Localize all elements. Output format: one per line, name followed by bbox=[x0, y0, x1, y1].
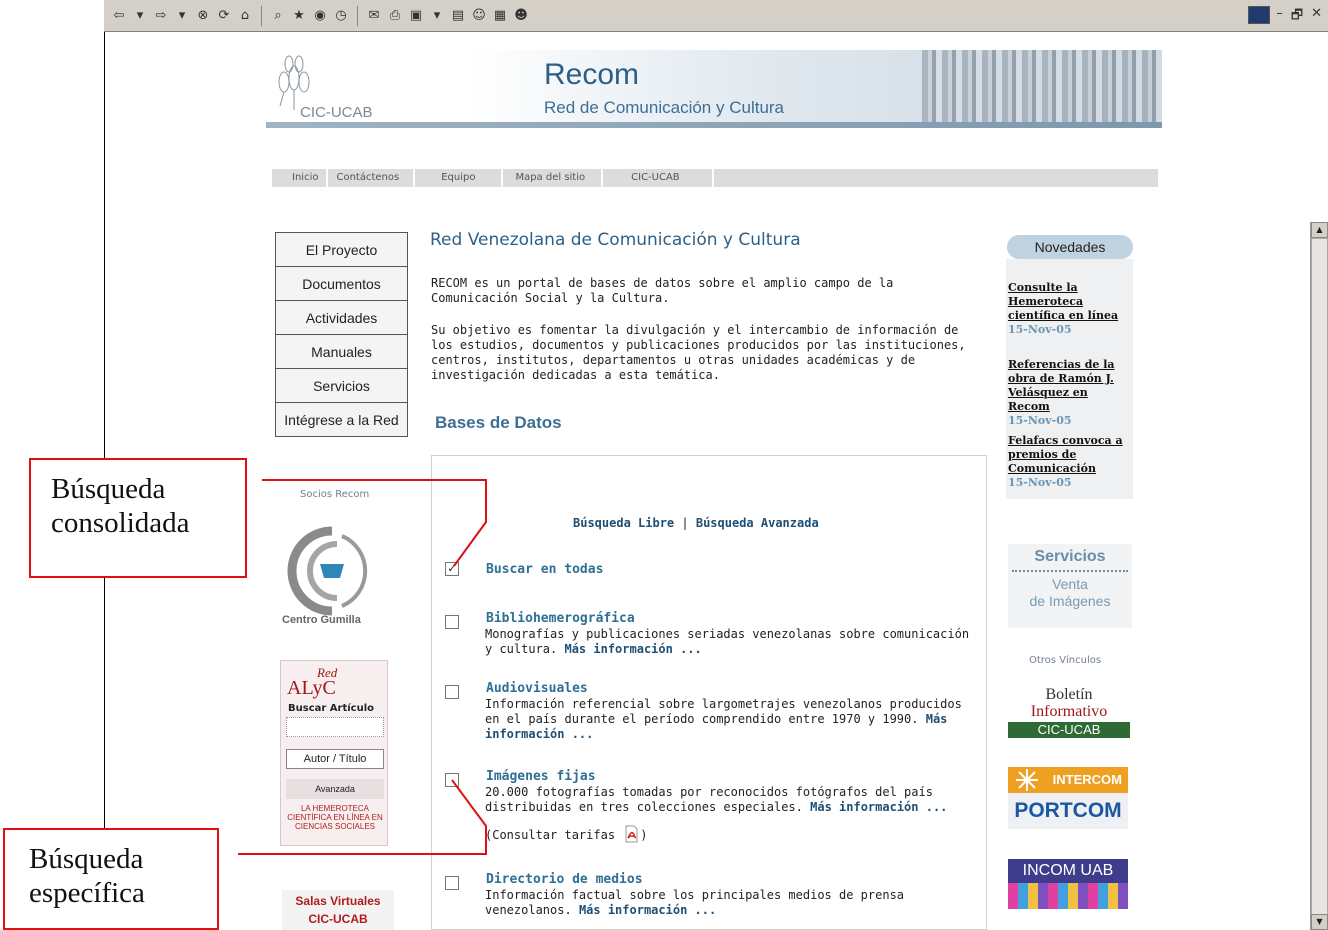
callout-line-1: Búsqueda bbox=[29, 843, 144, 875]
callout-line-2: consolidada bbox=[51, 507, 190, 539]
callout-busqueda-consolidada: Búsqueda consolidada bbox=[29, 458, 247, 578]
callout-busqueda-especifica: Búsqueda específica bbox=[3, 828, 219, 930]
callout-line-2: específica bbox=[29, 877, 145, 909]
callout-line-1: Búsqueda bbox=[51, 473, 166, 505]
